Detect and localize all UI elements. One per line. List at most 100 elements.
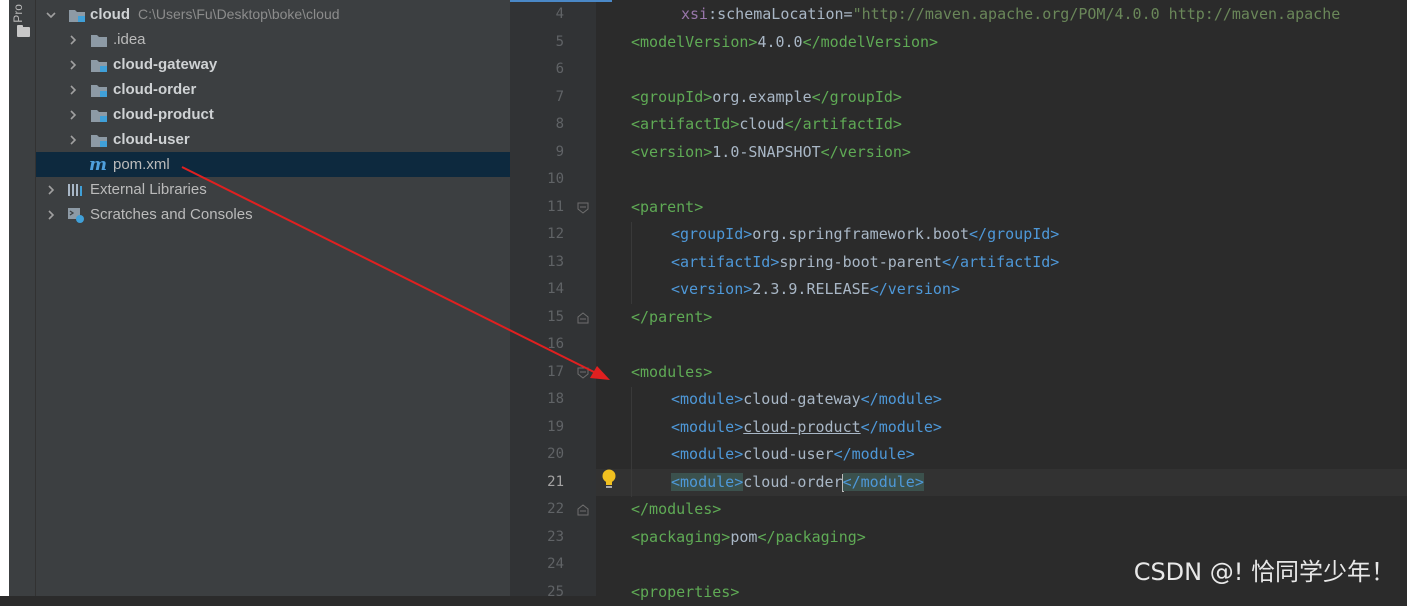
line-number: 23 [547,529,564,545]
xml-text: 1.0-SNAPSHOT [712,143,821,161]
lightbulb-icon[interactable] [599,468,619,490]
indent-guide [631,222,632,304]
svg-text:m: m [89,156,107,172]
xml-tag: </module> [860,418,942,436]
line-number: 18 [547,391,564,407]
xml-tag: <version> [631,143,713,161]
xml-text: cloud [739,115,785,133]
xml-tag: </modelVersion> [802,33,939,51]
xml-tag: </modules> [631,500,722,518]
xml-attribute: xsi [681,5,709,23]
scratches-icon [67,207,85,223]
xml-text: cloud-gateway [743,390,861,408]
xml-string: "http://maven.apache.org/POM/4.0.0 http:… [852,5,1341,23]
tree-item-cloud-user[interactable]: cloud-user [36,127,510,152]
module-folder-icon [90,107,108,123]
tree-item-idea[interactable]: .idea [36,27,510,52]
fold-marker-icon[interactable] [577,504,589,516]
line-number: 12 [547,226,564,242]
line-number: 20 [547,446,564,462]
xml-text: org.springframework.boot [752,225,970,243]
xml-tag: <properties> [631,583,740,601]
chevron-down-icon[interactable] [45,9,57,21]
xml-tag: <artifactId> [631,115,740,133]
line-number: 17 [547,364,564,380]
line-number: 5 [555,34,564,50]
tree-item-label: .idea [113,31,146,48]
xml-tag: </artifactId> [941,253,1060,271]
tree-item-label: External Libraries [90,181,207,198]
tree-item-label: cloud-user [113,131,190,148]
line-number: 9 [555,144,564,160]
tree-item-label: cloud-product [113,106,214,123]
xml-text: 4.0.0 [757,33,803,51]
tree-item-label: pom.xml [113,156,170,173]
chevron-right-icon[interactable] [67,134,79,146]
project-tool-tab-label: Pro [11,4,25,23]
xml-tag: <groupId> [631,88,713,106]
line-number: 19 [547,419,564,435]
xml-tag: </groupId> [811,88,902,106]
left-window-edge [0,0,9,596]
fold-marker-icon[interactable] [577,312,589,324]
xml-tag-matched: </module> [842,473,924,491]
code-line-15: </parent> [631,304,712,331]
chevron-right-icon[interactable] [67,34,79,46]
line-number: 13 [547,254,564,270]
xml-tag: </parent> [631,308,713,326]
module-folder-icon [90,82,108,98]
line-number: 8 [555,116,564,132]
xml-tag-matched: <module> [671,473,744,491]
module-folder-icon [90,57,108,73]
module-link[interactable]: cloud-product [743,418,860,436]
chevron-right-icon[interactable] [67,59,79,71]
xml-text: cloud-order [743,473,843,491]
chevron-right-icon[interactable] [45,184,57,196]
watermark: CSDN @! 恰同学少年！ [1133,558,1395,586]
tree-root-path: C:\Users\Fu\Desktop\boke\cloud [138,6,340,22]
folder-icon[interactable] [17,25,30,37]
xml-tag: <artifactId> [671,253,780,271]
code-line-13: <artifactId>spring-boot-parent</artifact… [671,249,1059,276]
line-number: 10 [547,171,564,187]
tree-item-pom-xml[interactable]: m pom.xml [36,152,510,177]
line-number: 15 [547,309,564,325]
line-number: 4 [555,6,564,22]
tree-item-scratches[interactable]: Scratches and Consoles [36,202,510,227]
tree-item-cloud-order[interactable]: cloud-order [36,77,510,102]
code-editor[interactable]: 4 5 6 7 8 9 10 11 12 13 14 15 16 17 18 1… [510,0,1407,601]
fold-marker-icon[interactable] [577,202,589,214]
fold-marker-icon[interactable] [577,367,589,379]
xml-tag: <modelVersion> [631,33,758,51]
code-line-9: <version>1.0-SNAPSHOT</version> [631,139,911,166]
project-tree-panel: cloud C:\Users\Fu\Desktop\boke\cloud .ide… [36,0,510,596]
tree-root-cloud[interactable]: cloud C:\Users\Fu\Desktop\boke\cloud [36,2,510,27]
module-folder-icon [68,7,86,23]
xml-attribute: :schemaLocation= [708,5,853,23]
chevron-right-icon[interactable] [67,84,79,96]
code-line-4: xsi:schemaLocation="http://maven.apache.… [681,1,1340,28]
line-number: 25 [547,584,564,600]
xml-text: pom [730,528,758,546]
line-number: 6 [555,61,564,77]
tree-root-label: cloud [90,6,130,23]
line-number: 11 [547,199,564,215]
code-line-17: <modules> [631,359,712,386]
xml-tag: </groupId> [969,225,1060,243]
code-line-21[interactable]: <module>cloud-order</module> [671,469,924,496]
chevron-right-icon[interactable] [45,209,57,221]
xml-tag: <groupId> [671,225,753,243]
code-line-18: <module>cloud-gateway</module> [671,386,942,413]
tree-item-external-libraries[interactable]: External Libraries [36,177,510,202]
xml-tag: <module> [671,445,744,463]
tree-item-cloud-product[interactable]: cloud-product [36,102,510,127]
xml-tag: </module> [860,390,942,408]
tree-item-cloud-gateway[interactable]: cloud-gateway [36,52,510,77]
code-line-23: <packaging>pom</packaging> [631,524,866,551]
code-line-14: <version>2.3.9.RELEASE</version> [671,276,960,303]
folder-icon [90,32,108,48]
line-number: 7 [555,89,564,105]
chevron-right-icon[interactable] [67,109,79,121]
xml-tag: </version> [820,143,911,161]
tree-item-label: Scratches and Consoles [90,206,253,223]
